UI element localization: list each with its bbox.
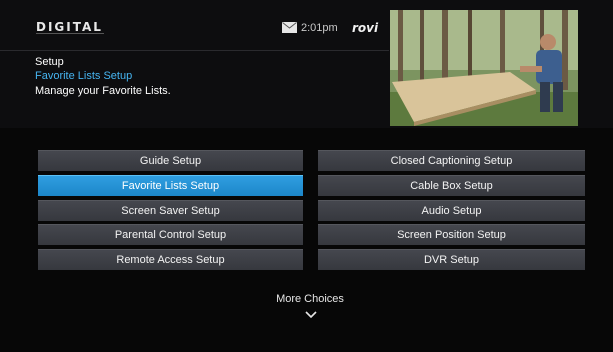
header-divider (0, 50, 389, 51)
menu-item-closed-captioning-setup[interactable]: Closed Captioning Setup (318, 150, 585, 171)
logo-underline (36, 33, 104, 37)
menu-item-cable-box-setup[interactable]: Cable Box Setup (318, 175, 585, 196)
menu-item-audio-setup[interactable]: Audio Setup (318, 200, 585, 221)
header: DIGITAL 2:01pm rovi Setup Favorite Lists… (0, 0, 613, 128)
menu-item-remote-access-setup[interactable]: Remote Access Setup (38, 249, 303, 270)
live-tv-preview (390, 10, 578, 126)
clock: 2:01pm (301, 22, 338, 34)
menu-item-favorite-lists-setup[interactable]: Favorite Lists Setup (38, 175, 303, 196)
mail-icon (282, 22, 297, 33)
menu-item-parental-control-setup[interactable]: Parental Control Setup (38, 224, 303, 245)
tv-screen: DIGITAL 2:01pm rovi Setup Favorite Lists… (0, 0, 613, 352)
page-description: Manage your Favorite Lists. (35, 85, 171, 97)
menu-item-screen-position-setup[interactable]: Screen Position Setup (318, 224, 585, 245)
current-item-label: Favorite Lists Setup (35, 70, 133, 82)
chevron-down-icon[interactable] (305, 311, 317, 318)
setup-menu-area: Guide Setup Favorite Lists Setup Screen Sa… (0, 128, 613, 352)
menu-item-dvr-setup[interactable]: DVR Setup (318, 249, 585, 270)
provider-logo: DIGITAL (36, 20, 103, 34)
menu-item-screen-saver-setup[interactable]: Screen Saver Setup (38, 200, 303, 221)
menu-item-guide-setup[interactable]: Guide Setup (38, 150, 303, 171)
brand-logo: rovi (352, 21, 379, 35)
more-choices-label[interactable]: More Choices (0, 293, 613, 305)
page-title: Setup (35, 56, 64, 68)
